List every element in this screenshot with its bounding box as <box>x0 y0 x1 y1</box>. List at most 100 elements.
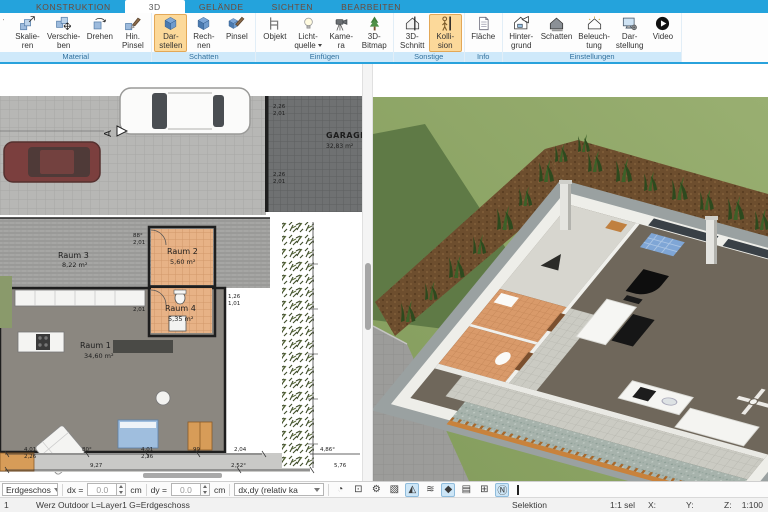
group-label-material: Material <box>0 52 152 62</box>
plugin-icon[interactable]: ⚙ <box>369 483 383 497</box>
room-area: 34,60 m² <box>84 352 114 360</box>
layers-icon[interactable]: ▤ <box>459 483 473 497</box>
dim: 4,01 <box>24 447 36 453</box>
group-einstellungen: Hinter- grund Schatten Beleuch- tung Dar… <box>502 13 683 62</box>
ribbon-button-drehen[interactable]: Drehen <box>83 14 116 52</box>
garage-wall <box>265 96 269 212</box>
ribbon-button-skalieren[interactable]: Skalie- ren <box>11 14 44 52</box>
tree-icon <box>365 15 384 32</box>
dim: 88° <box>133 233 143 239</box>
red-car <box>3 141 101 183</box>
ribbon-button-darstellung[interactable]: Dar- stellung <box>613 14 647 52</box>
wardrobe <box>187 421 213 451</box>
room-area: 5,35 m² <box>168 315 194 323</box>
scale-icon <box>18 15 37 32</box>
coordinate-mode-select[interactable]: dx,dy (relativ ka <box>234 483 325 496</box>
garage-label: GARAGE <box>326 131 362 140</box>
ribbon-button-flaeche[interactable]: Fläche <box>467 14 500 52</box>
brush-square-icon <box>123 15 142 32</box>
group-label-einfuegen: Einfügen <box>256 52 393 62</box>
house-cut-icon <box>403 15 422 32</box>
dy-input[interactable] <box>170 483 201 496</box>
terrain-icon[interactable]: ◭ <box>405 482 420 497</box>
north-icon[interactable]: Ⓝ <box>495 482 510 497</box>
ribbon-button-schatten-einstellung[interactable]: Schatten <box>538 14 576 52</box>
display-icon[interactable]: ⊡ <box>351 483 365 497</box>
dim: 2,01 <box>133 240 145 246</box>
ribbon-button-darstellen[interactable]: Dar- stellen <box>154 14 188 52</box>
room-label: Raum 1 <box>80 341 111 350</box>
house-picture-icon <box>512 15 531 32</box>
dim: 1,26 <box>228 294 241 300</box>
colors-icon[interactable]: ▧ <box>387 483 401 497</box>
plan-2d-view[interactable]: A GARAGE 32,83 m² 2,26 2,01 2,26 2,01 Ra… <box>0 64 362 481</box>
group-label-schatten: Schatten <box>152 52 256 62</box>
cube-brush-icon <box>227 15 246 32</box>
ribbon-button-pinsel[interactable]: Pinsel <box>220 14 253 52</box>
white-car <box>119 87 251 135</box>
ribbon-button-kollision[interactable]: Kolli- sion <box>428 14 462 52</box>
bed <box>117 419 159 449</box>
status-selection: Selektion <box>512 500 547 510</box>
ribbon-button-lichtquelle[interactable]: Licht- quelle <box>291 14 324 52</box>
ribbon-tab-bar: KONSTRUKTION 3D GELÄNDE SICHTEN BEARBEIT… <box>0 0 768 13</box>
separator <box>145 483 147 496</box>
ribbon-button-video[interactable]: Video <box>646 14 679 52</box>
dim: 2,26 <box>24 454 37 460</box>
bulb-icon <box>299 15 318 32</box>
status-y: Y: <box>686 500 694 510</box>
tab-gelaende[interactable]: GELÄNDE <box>185 0 258 13</box>
room-area: 8,22 m² <box>62 261 88 269</box>
round-table <box>155 390 171 406</box>
tab-3d[interactable]: 3D <box>124 0 185 13</box>
ribbon-button-kamera[interactable]: Kame- ra <box>325 14 358 52</box>
ribbon-button-objekt[interactable]: Objekt <box>258 14 291 52</box>
ribbon: KONSTRUKTION 3D GELÄNDE SICHTEN BEARBEIT… <box>0 0 768 64</box>
ribbon-button-rechnen[interactable]: Rech- nen <box>187 14 220 52</box>
grid-icon[interactable]: ⊞ <box>477 483 491 497</box>
tab-bearbeiten[interactable]: BEARBEITEN <box>327 0 415 13</box>
texture-icon[interactable]: ≋ <box>423 483 437 497</box>
vertical-scrollbar-thumb[interactable] <box>365 263 371 330</box>
group-label-info: Info <box>464 52 502 62</box>
dx-stepper[interactable] <box>117 483 127 496</box>
dim: 2,52° <box>231 463 246 469</box>
time-icon[interactable]: ◔ <box>333 483 347 497</box>
group-label-einstellungen: Einstellungen <box>502 52 682 62</box>
garage-area: 32,83 m² <box>326 143 354 150</box>
status-scale: 1:100 <box>741 500 763 510</box>
horizontal-scrollbar-thumb[interactable] <box>143 473 222 478</box>
ribbon-button-clipped[interactable]: r- en <box>2 14 11 52</box>
application-window: KONSTRUKTION 3D GELÄNDE SICHTEN BEARBEIT… <box>0 0 768 512</box>
dim: 1,01 <box>228 301 240 307</box>
ribbon-button-beleuchtung[interactable]: Beleuch- tung <box>575 14 613 52</box>
group-sonstige: 3D- Schnitt Kolli- sion Sonstige <box>393 13 465 62</box>
ribbon-button-3d-bitmap[interactable]: 3D- Bitmap <box>358 14 391 52</box>
group-label-sonstige: Sonstige <box>393 52 464 62</box>
dx-unit: cm <box>130 484 142 495</box>
dim: 4,01 <box>141 447 153 453</box>
dy-stepper[interactable] <box>200 483 210 496</box>
vertical-scrollbar[interactable] <box>362 64 373 481</box>
tab-konstruktion[interactable]: KONSTRUKTION <box>22 0 125 13</box>
pillar <box>705 216 718 264</box>
material-icon[interactable]: ◆ <box>441 482 456 497</box>
chevron-down-icon <box>53 487 57 492</box>
dx-input[interactable] <box>87 483 118 496</box>
house-shadow-icon <box>547 15 566 32</box>
room-area: 5,60 m² <box>170 258 196 266</box>
dy-label: dy = <box>150 484 167 495</box>
separator <box>229 483 231 496</box>
ribbon-button-verschieben[interactable]: Verschie- ben <box>44 14 83 52</box>
ribbon-button-hin-pinsel[interactable]: Hin. Pinsel <box>116 14 149 52</box>
pillar <box>559 180 572 230</box>
room-label: Raum 2 <box>167 247 198 256</box>
floor-select[interactable]: Erdgeschos <box>2 483 58 496</box>
dim: 9,27 <box>90 463 103 469</box>
tab-sichten[interactable]: SICHTEN <box>258 0 328 13</box>
move-icon <box>54 15 73 32</box>
ribbon-button-3d-schnitt[interactable]: 3D- Schnitt <box>396 14 429 52</box>
ribbon-button-hintergrund[interactable]: Hinter- grund <box>505 14 538 52</box>
view-3d[interactable] <box>373 64 768 481</box>
lower-terrace <box>0 453 310 472</box>
